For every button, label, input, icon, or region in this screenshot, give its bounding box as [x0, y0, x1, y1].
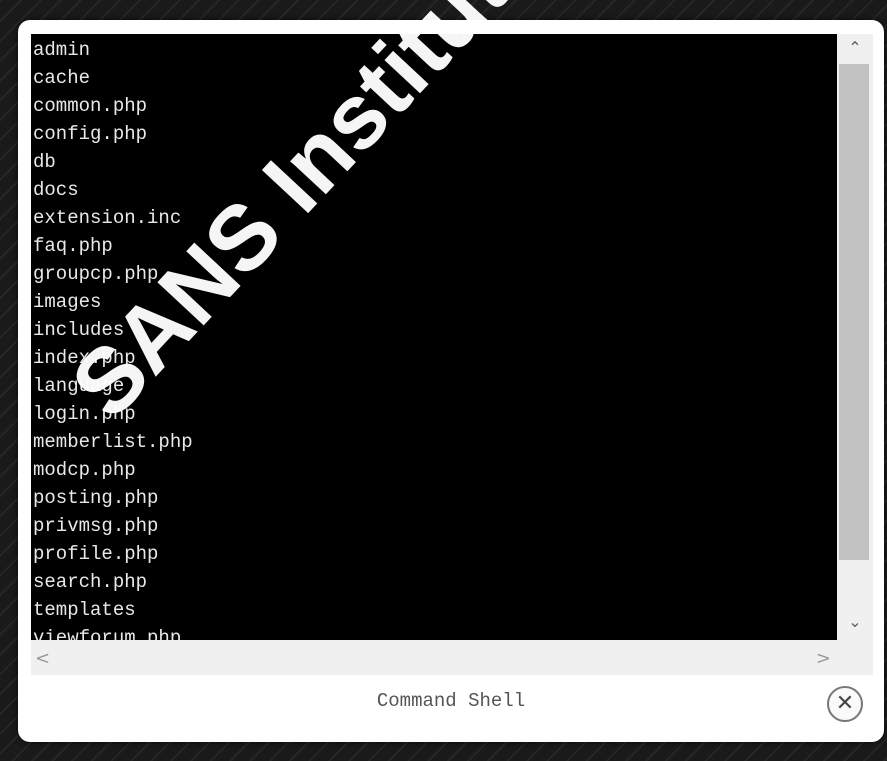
list-item: modcp.php [33, 459, 136, 481]
list-item: extension.inc [33, 207, 182, 229]
list-item: groupcp.php [33, 263, 159, 285]
list-item: faq.php [33, 235, 113, 257]
list-item: docs [33, 179, 79, 201]
list-item: viewforum.php [33, 627, 182, 640]
scrollbar-corner [837, 640, 873, 675]
close-icon: ✕ [835, 691, 855, 716]
dialog-title: Command Shell [376, 690, 526, 712]
vertical-scroll-thumb[interactable] [839, 64, 869, 560]
scroll-down-icon[interactable]: ⌄ [837, 614, 873, 630]
command-shell-dialog: admin cache common.php config.php db doc… [18, 20, 884, 742]
list-item: posting.php [33, 487, 159, 509]
list-item: cache [33, 67, 91, 89]
list-item: includes [33, 319, 125, 341]
list-item: login.php [33, 403, 136, 425]
list-item: common.php [33, 95, 148, 117]
vertical-scrollbar[interactable]: ⌃ ⌄ [837, 34, 873, 640]
list-item: privmsg.php [33, 515, 159, 537]
scroll-right-icon[interactable]: > [816, 650, 831, 668]
list-item: memberlist.php [33, 431, 193, 453]
terminal-panel: admin cache common.php config.php db doc… [31, 34, 873, 675]
list-item: profile.php [33, 543, 159, 565]
close-button[interactable]: ✕ [827, 686, 863, 722]
list-item: index.php [33, 347, 136, 369]
list-item: config.php [33, 123, 148, 145]
scroll-left-icon[interactable]: < [35, 650, 50, 668]
scroll-up-icon[interactable]: ⌃ [837, 40, 873, 56]
list-item: search.php [33, 571, 148, 593]
horizontal-scrollbar[interactable]: < > [31, 640, 837, 675]
list-item: admin [33, 39, 91, 61]
list-item: language [33, 375, 125, 397]
list-item: templates [33, 599, 136, 621]
terminal-output[interactable]: admin cache common.php config.php db doc… [31, 34, 837, 640]
list-item: db [33, 151, 56, 173]
file-list: admin cache common.php config.php db doc… [31, 34, 837, 640]
list-item: images [33, 291, 102, 313]
